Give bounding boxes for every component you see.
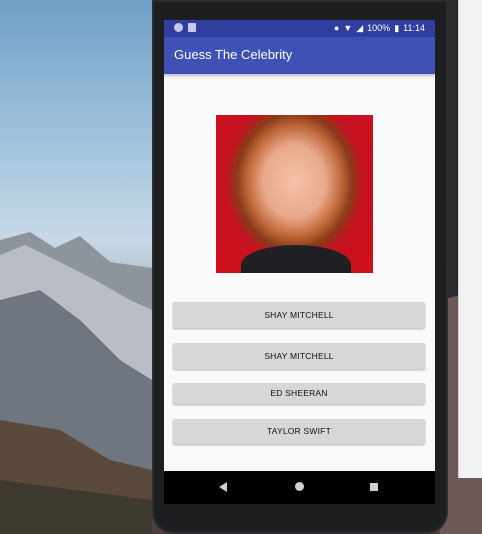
celebrity-photo — [216, 115, 373, 273]
volume-button[interactable] — [446, 120, 450, 160]
app-bar: Guess The Celebrity — [164, 37, 435, 74]
location-icon: ● — [333, 23, 340, 33]
home-icon[interactable] — [295, 482, 304, 491]
clock: 11:14 — [403, 23, 425, 33]
answer-button-3[interactable]: ED SHEERAN — [173, 383, 425, 404]
power-button[interactable] — [446, 200, 450, 260]
wifi-icon: ▼ — [343, 23, 353, 33]
answer-button-1[interactable]: SHAY MITCHELL — [173, 302, 425, 328]
background-window — [458, 0, 482, 478]
status-bar: ● ▼ ◢ 100% ▮ 11:14 — [164, 20, 435, 37]
phone-screen: ● ▼ ◢ 100% ▮ 11:14 Guess The Celebrity S… — [164, 20, 435, 504]
answer-button-4[interactable]: TAYLOR SWIFT — [173, 419, 425, 444]
sd-card-icon — [188, 23, 196, 32]
app-title: Guess The Celebrity — [174, 47, 293, 62]
answer-button-2[interactable]: SHAY MITCHELL — [173, 343, 425, 369]
recent-apps-icon[interactable] — [370, 483, 378, 491]
signal-icon: ◢ — [356, 23, 364, 33]
photo-shirt — [241, 245, 351, 273]
back-icon[interactable] — [219, 482, 227, 492]
navigation-bar — [164, 471, 435, 504]
battery-icon: ▮ — [394, 23, 400, 33]
notification-icon — [174, 23, 183, 32]
battery-percent: 100% — [367, 23, 391, 33]
